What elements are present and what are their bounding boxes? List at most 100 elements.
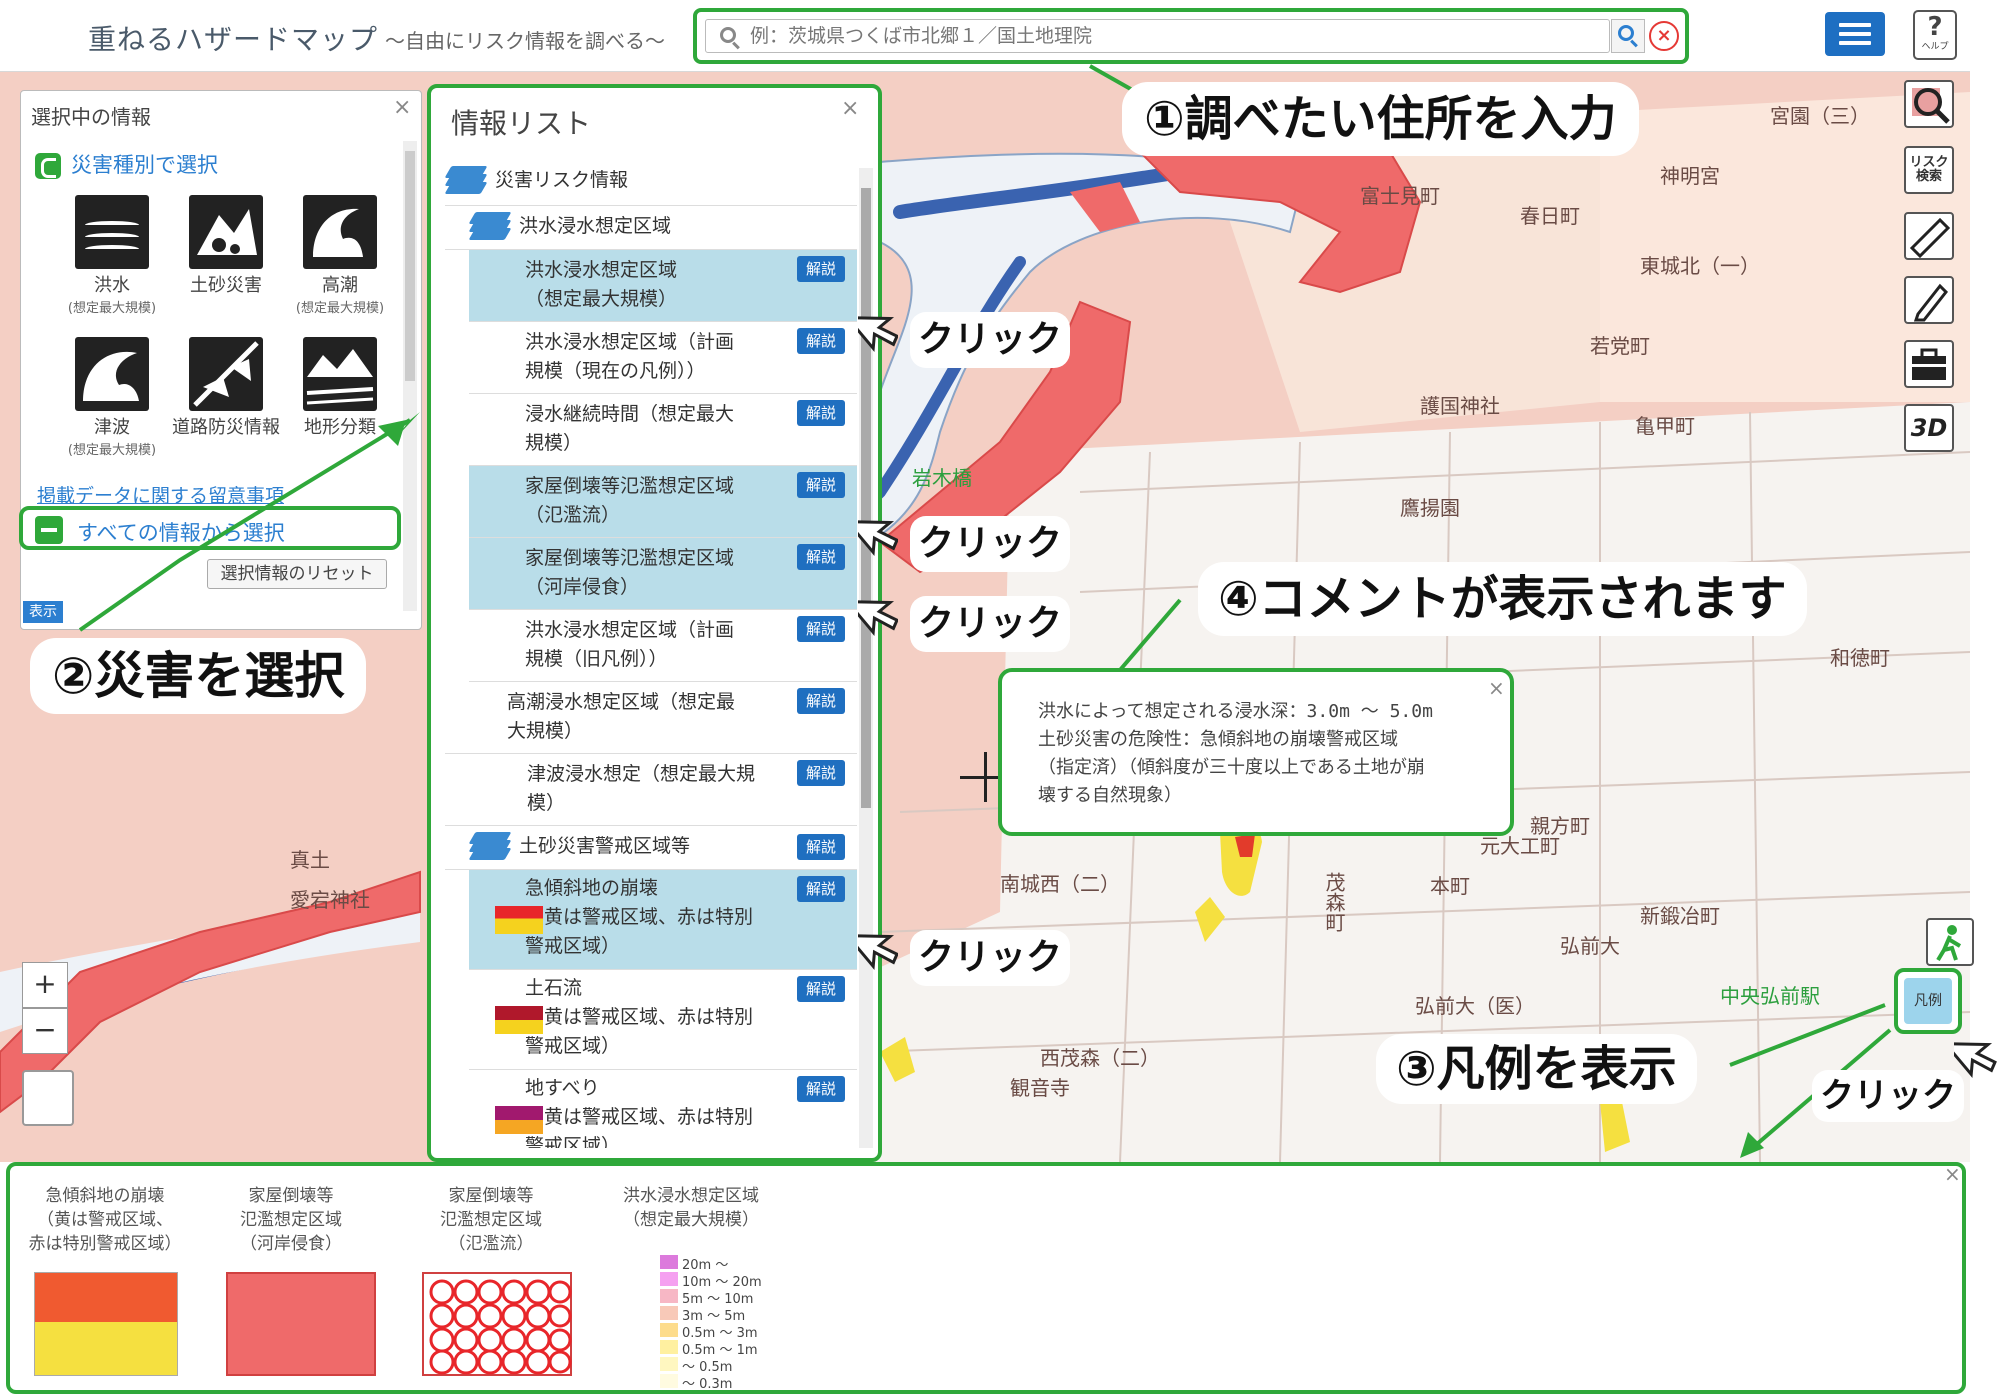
zoom-out-button[interactable]: −: [22, 1008, 68, 1054]
reset-selection-button[interactable]: 選択情報のリセット: [207, 559, 387, 589]
legend-swatch: [495, 1106, 543, 1134]
item-label: 急傾斜地の崩壊: [525, 877, 659, 899]
help-button[interactable]: ? ヘルプ: [1913, 10, 1957, 60]
explanation-badge[interactable]: 解説: [797, 760, 845, 786]
hazard-terrain[interactable]: 地形分類: [285, 337, 395, 439]
click-label: クリック: [910, 596, 1071, 652]
3d-view-button[interactable]: 3D: [1904, 404, 1954, 452]
map-search-tool-button[interactable]: [1904, 80, 1954, 128]
close-icon[interactable]: ×: [841, 96, 859, 121]
hazard-sub: (想定最大規模): [67, 301, 157, 316]
search-box[interactable]: [705, 19, 1610, 53]
draw-button[interactable]: [1904, 276, 1954, 324]
category-select-header[interactable]: 災害種別で選択: [35, 149, 218, 179]
tools-button[interactable]: [1904, 340, 1954, 388]
flood-depth-row: 0.5m ～ 1m: [660, 1339, 780, 1358]
tree-group-label: 土砂災害警戒区域等: [519, 835, 691, 857]
app-subtitle: ～自由にリスク情報を調べる～: [385, 29, 665, 53]
close-icon[interactable]: ×: [1488, 676, 1505, 700]
explanation-badge[interactable]: 解説: [797, 472, 845, 498]
hazard-tsunami[interactable]: 津波 (想定最大規模): [57, 337, 167, 458]
risk-search-label: リスク検索: [1909, 155, 1949, 184]
flood-icon: [75, 195, 149, 269]
list-item-house-collapse-flow[interactable]: 家屋倒壊等氾濫想定区域 （氾濫流） 解説: [469, 466, 857, 538]
list-item-debris-flow[interactable]: 土石流 （黄は警戒区域、赤は特別 警戒区域） 解説: [469, 970, 857, 1070]
zoom-in-button[interactable]: +: [22, 962, 68, 1008]
list-item-house-collapse-erosion[interactable]: 家屋倒壊等氾濫想定区域 （河岸侵食） 解説: [469, 538, 857, 610]
panel-scrollbar[interactable]: [403, 141, 417, 611]
data-notes-link[interactable]: 掲載データに関する留意事項: [37, 481, 284, 508]
map-label: 愛宕神社: [290, 888, 370, 912]
search-input[interactable]: [750, 23, 1550, 49]
menu-icon-bar: [1839, 41, 1871, 45]
legend-line: 赤は特別警戒区域）: [28, 1234, 182, 1254]
legend-swatch-flood-flow: [422, 1272, 572, 1376]
explanation-badge[interactable]: 解説: [797, 876, 845, 902]
explanation-badge[interactable]: 解説: [797, 328, 845, 354]
close-icon[interactable]: ×: [1944, 1162, 1961, 1186]
help-label: ヘルプ: [1921, 42, 1949, 52]
item-label: 警戒区域）: [525, 1035, 621, 1057]
tree-group-sediment[interactable]: 土砂災害警戒区域等 解説: [445, 826, 857, 870]
explanation-badge[interactable]: 解説: [797, 616, 845, 642]
select-from-all-info[interactable]: すべての情報から選択: [19, 506, 401, 550]
app-title[interactable]: 重ねるハザードマップ: [88, 18, 378, 58]
explanation-badge[interactable]: 解説: [797, 400, 845, 426]
comment-line: 土砂災害の危険性：急傾斜地の崩壊警戒区域: [1038, 729, 1398, 750]
list-item-flood-max[interactable]: 洪水浸水想定区域 （想定最大規模） 解説: [469, 250, 857, 322]
map-label: 亀甲町: [1635, 414, 1695, 438]
list-item-landslide[interactable]: 地すべり （黄は警戒区域、赤は特別 警戒区域） 解説: [469, 1070, 857, 1148]
legend-bar: × 急傾斜地の崩壊 （黄は警戒区域、 赤は特別警戒区域） 家屋倒壊等 氾濫想定区…: [6, 1162, 1966, 1394]
menu-button[interactable]: [1825, 12, 1885, 56]
legend-button[interactable]: 凡例: [1904, 978, 1952, 1024]
measure-button[interactable]: [1904, 212, 1954, 260]
explanation-badge[interactable]: 解説: [797, 544, 845, 570]
explanation-badge[interactable]: 解説: [797, 688, 845, 714]
explanation-badge[interactable]: 解説: [797, 834, 845, 860]
current-location-button[interactable]: [1926, 918, 1974, 966]
tree-group-flood[interactable]: 洪水浸水想定区域: [445, 206, 857, 250]
risk-search-button[interactable]: リスク検索: [1904, 146, 1954, 194]
item-label: 家屋倒壊等氾濫想定区域: [525, 475, 735, 497]
flood-depth-row: ～ 0.3m: [660, 1373, 780, 1392]
item-label: （黄は警戒区域、赤は特別: [525, 906, 754, 928]
tree-root-disaster-risk[interactable]: 災害リスク情報: [445, 158, 857, 206]
legend-title: 家屋倒壊等 氾濫想定区域 （河岸侵食）: [206, 1184, 376, 1256]
explanation-badge[interactable]: 解説: [797, 976, 845, 1002]
search-highlight-frame: ×: [693, 8, 1689, 64]
legend-line: 洪水浸水想定区域: [623, 1186, 759, 1206]
hazard-storm-surge[interactable]: 高潮 (想定最大規模): [285, 195, 395, 316]
list-item-tsunami[interactable]: 津波浸水想定（想定最大規 模） 解説: [445, 754, 857, 826]
legend-title: 急傾斜地の崩壊 （黄は警戒区域、 赤は特別警戒区域）: [20, 1184, 190, 1256]
hazard-road-disaster[interactable]: 道路防災情報: [171, 337, 281, 439]
list-item-storm-surge[interactable]: 高潮浸水想定区域（想定最 大規模） 解説: [445, 682, 857, 754]
search-button[interactable]: [1611, 19, 1645, 53]
item-label: 規模）: [525, 432, 583, 454]
3d-label: 3D: [1910, 414, 1948, 442]
base-map-switch-button[interactable]: [22, 1070, 74, 1126]
explanation-badge[interactable]: 解説: [797, 1076, 845, 1102]
legend-title: 家屋倒壊等 氾濫想定区域 （氾濫流）: [406, 1184, 576, 1256]
item-label: 高潮浸水想定区域（想定最: [507, 691, 736, 713]
flood-depth-swatch: [660, 1374, 678, 1388]
list-item-flood-plan-current[interactable]: 洪水浸水想定区域（計画 規模（現在の凡例）） 解説: [469, 322, 857, 394]
menu-icon: [1839, 23, 1871, 27]
clear-search-button[interactable]: ×: [1649, 21, 1679, 51]
item-label: （河岸侵食）: [525, 576, 640, 598]
item-label: （想定最大規模）: [525, 288, 678, 310]
layers-icon: [468, 212, 512, 242]
hazard-flood[interactable]: 洪水 (想定最大規模): [57, 195, 167, 316]
list-item-steep-slope[interactable]: 急傾斜地の崩壊 （黄は警戒区域、赤は特別 警戒区域） 解説: [469, 870, 857, 970]
hazard-landslide[interactable]: 土砂災害: [171, 195, 281, 297]
comment-line: （指定済）（傾斜度が三十度以上である土地が崩: [1038, 757, 1425, 778]
legend-swatch-steep-slope: [34, 1272, 178, 1376]
explanation-badge[interactable]: 解説: [797, 256, 845, 282]
legend-button-highlight[interactable]: 凡例: [1894, 968, 1962, 1034]
list-item-flood-duration[interactable]: 浸水継続時間（想定最大 規模） 解説: [469, 394, 857, 466]
hazard-label: 道路防災情報: [172, 417, 280, 438]
legend-line: （氾濫流）: [448, 1234, 534, 1254]
info-list-title: 情報リスト: [451, 107, 592, 140]
callout-step1: ①調べたい住所を入力: [1122, 82, 1639, 156]
list-item-flood-plan-old[interactable]: 洪水浸水想定区域（計画 規模（旧凡例）） 解説: [469, 610, 857, 682]
close-icon[interactable]: ×: [393, 95, 411, 120]
